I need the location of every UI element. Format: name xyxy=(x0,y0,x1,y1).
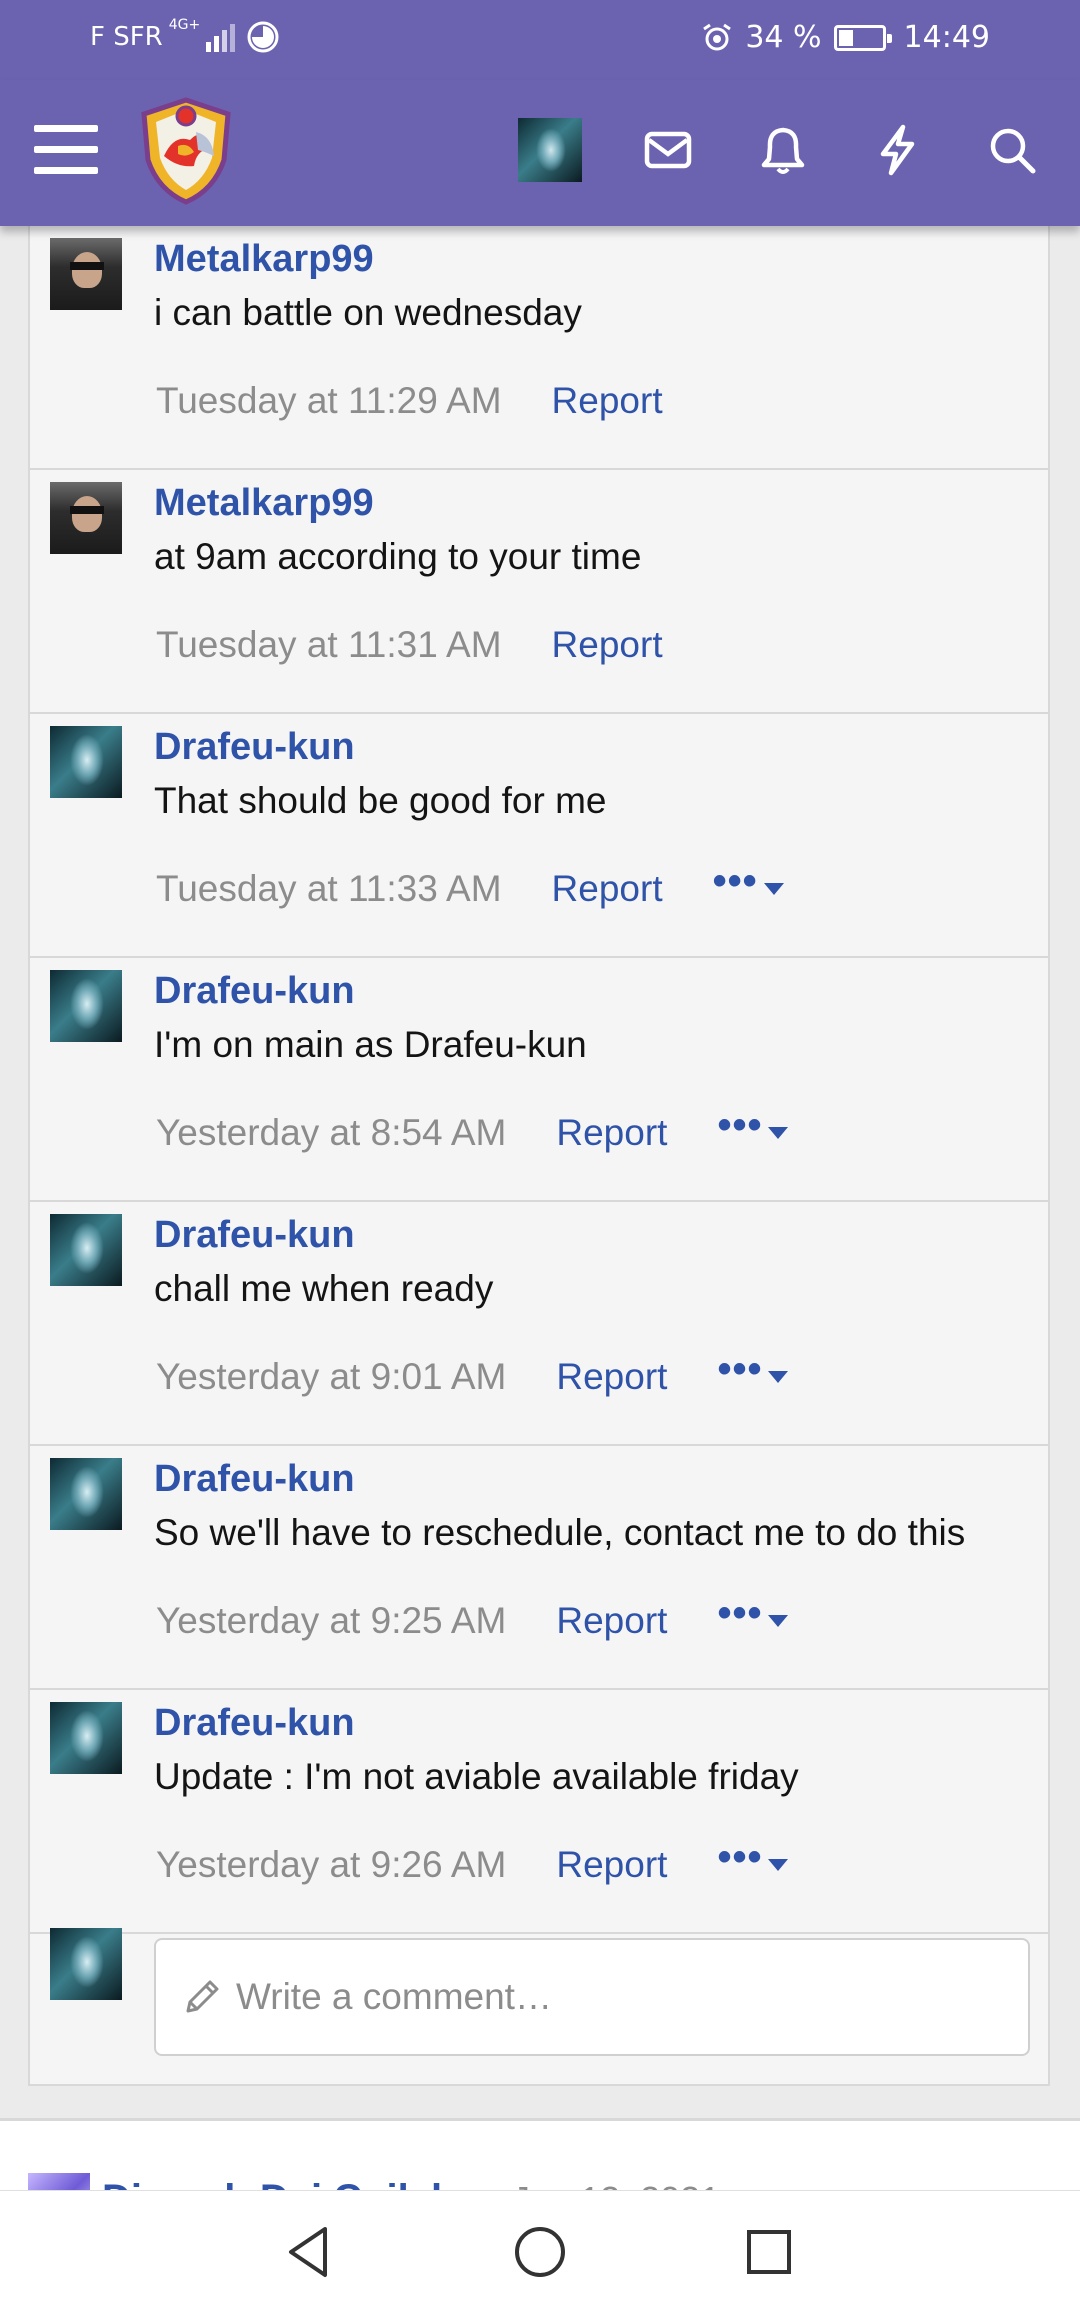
user-avatar[interactable] xyxy=(510,110,590,190)
comment-meta: Tuesday at 11:33 AM Report ••• xyxy=(156,859,784,914)
comment-text: i can battle on wednesday xyxy=(154,292,582,333)
comment-text: That should be good for me xyxy=(154,780,607,821)
comment-item: Metalkarp99 i can battle on wednesday Tues… xyxy=(30,226,1048,470)
comment-timestamp[interactable]: Yesterday at 9:25 AM xyxy=(156,1600,506,1642)
comment-username[interactable]: Metalkarp99 xyxy=(154,238,374,281)
comment-item: Drafeu-kun Update : I'm not aviable avail… xyxy=(30,1690,1048,1934)
comment-username[interactable]: Drafeu-kun xyxy=(154,1702,355,1745)
comment-panel: Metalkarp99 i can battle on wednesday Tues… xyxy=(28,226,1050,2086)
comment-meta: Yesterday at 9:26 AM Report ••• xyxy=(156,1835,789,1890)
comment-text: Update : I'm not aviable available frida… xyxy=(154,1756,799,1797)
status-left: F SFR 4G+ xyxy=(90,17,280,54)
comment-item: Drafeu-kun So we'll have to reschedule, c… xyxy=(30,1446,1048,1690)
caret-down-icon xyxy=(768,1615,789,1627)
more-dots-icon: ••• xyxy=(712,858,758,903)
battery-icon xyxy=(833,24,892,51)
caret-down-icon xyxy=(763,883,784,895)
comment-timestamp[interactable]: Yesterday at 9:01 AM xyxy=(156,1356,506,1398)
comment-item: Drafeu-kun That should be good for me Tues… xyxy=(30,714,1048,958)
status-right: 34 % 14:49 xyxy=(701,20,990,55)
comment-timestamp[interactable]: Yesterday at 8:54 AM xyxy=(156,1112,506,1154)
comment-meta: Yesterday at 8:54 AM Report ••• xyxy=(156,1103,789,1158)
comment-meta: Yesterday at 9:25 AM Report ••• xyxy=(156,1591,789,1646)
caret-down-icon xyxy=(768,1859,789,1871)
comment-meta: Yesterday at 9:01 AM Report ••• xyxy=(156,1347,789,1402)
app-header xyxy=(0,80,1080,226)
report-link[interactable]: Report xyxy=(556,1844,667,1886)
site-logo[interactable] xyxy=(134,96,238,206)
menu-icon[interactable] xyxy=(26,110,106,190)
network-type-label: 4G+ xyxy=(168,17,201,33)
bell-icon[interactable] xyxy=(743,110,823,190)
comment-text: chall me when ready xyxy=(154,1268,494,1309)
clock: 14:49 xyxy=(903,20,990,55)
data-saver-icon xyxy=(247,21,279,53)
comment-text: So we'll have to reschedule, contact me … xyxy=(154,1512,966,1553)
avatar[interactable] xyxy=(50,482,122,554)
comment-item: Drafeu-kun chall me when ready Yesterday a… xyxy=(30,1202,1048,1446)
alarm-icon xyxy=(703,23,732,50)
comment-username[interactable]: Drafeu-kun xyxy=(154,1214,355,1257)
status-bar: F SFR 4G+ 34 % 14:49 xyxy=(0,0,1080,80)
report-link[interactable]: Report xyxy=(552,380,663,422)
avatar[interactable] xyxy=(50,726,122,798)
comment-meta: Tuesday at 11:31 AM Report xyxy=(156,620,663,670)
more-dots-icon: ••• xyxy=(717,1834,763,1879)
comment-timestamp[interactable]: Tuesday at 11:31 AM xyxy=(156,624,502,666)
more-dots-icon: ••• xyxy=(717,1590,763,1635)
system-nav-bar xyxy=(0,2190,1080,2312)
more-dots-icon: ••• xyxy=(717,1346,763,1391)
new-comment-row: Write a comment… xyxy=(30,1918,1048,2078)
more-actions-button[interactable]: ••• xyxy=(713,859,784,912)
report-link[interactable]: Report xyxy=(556,1112,667,1154)
comment-text: at 9am according to your time xyxy=(154,536,642,577)
avatar[interactable] xyxy=(50,238,122,310)
more-actions-button[interactable]: ••• xyxy=(717,1835,789,1888)
battery-percent: 34 % xyxy=(745,20,822,55)
comment-meta: Tuesday at 11:29 AM Report xyxy=(156,376,663,426)
comment-username[interactable]: Drafeu-kun xyxy=(154,970,355,1013)
comment-item: Drafeu-kun I'm on main as Drafeu-kun Yeste… xyxy=(30,958,1048,1202)
home-icon[interactable] xyxy=(497,2209,583,2295)
report-link[interactable]: Report xyxy=(552,868,663,910)
report-link[interactable]: Report xyxy=(556,1600,667,1642)
avatar[interactable] xyxy=(50,1214,122,1286)
more-dots-icon: ••• xyxy=(717,1102,763,1147)
report-link[interactable]: Report xyxy=(556,1356,667,1398)
search-icon[interactable] xyxy=(972,110,1052,190)
back-icon[interactable] xyxy=(266,2209,352,2295)
comment-timestamp[interactable]: Tuesday at 11:29 AM xyxy=(156,380,502,422)
avatar[interactable] xyxy=(50,970,122,1042)
comment-timestamp[interactable]: Yesterday at 9:26 AM xyxy=(156,1844,506,1886)
comment-timestamp[interactable]: Tuesday at 11:33 AM xyxy=(156,868,502,910)
signal-icon xyxy=(206,24,236,52)
report-link[interactable]: Report xyxy=(552,624,663,666)
caret-down-icon xyxy=(768,1127,789,1139)
comment-username[interactable]: Drafeu-kun xyxy=(154,726,355,769)
caret-down-icon xyxy=(768,1371,789,1383)
comment-item: Metalkarp99 at 9am according to your time… xyxy=(30,470,1048,714)
comment-username[interactable]: Metalkarp99 xyxy=(154,482,374,525)
next-post-preview: Disarah Dai Cuilch Jan 12, 2021 xyxy=(0,2118,1080,2198)
more-actions-button[interactable]: ••• xyxy=(717,1591,789,1644)
avatar[interactable] xyxy=(50,1458,122,1530)
comment-input[interactable]: Write a comment… xyxy=(154,1938,1030,2056)
avatar[interactable] xyxy=(50,1702,122,1774)
inbox-icon[interactable] xyxy=(628,110,708,190)
comment-username[interactable]: Drafeu-kun xyxy=(154,1458,355,1501)
more-actions-button[interactable]: ••• xyxy=(717,1347,789,1400)
pencil-icon xyxy=(186,1980,219,2013)
carrier-label: F SFR xyxy=(90,22,163,52)
more-actions-button[interactable]: ••• xyxy=(717,1103,789,1156)
bolt-icon[interactable] xyxy=(857,110,937,190)
comment-text: I'm on main as Drafeu-kun xyxy=(154,1024,587,1065)
recents-icon[interactable] xyxy=(726,2209,812,2295)
avatar xyxy=(518,118,582,182)
comment-placeholder: Write a comment… xyxy=(236,1976,552,2017)
avatar xyxy=(50,1928,122,2000)
